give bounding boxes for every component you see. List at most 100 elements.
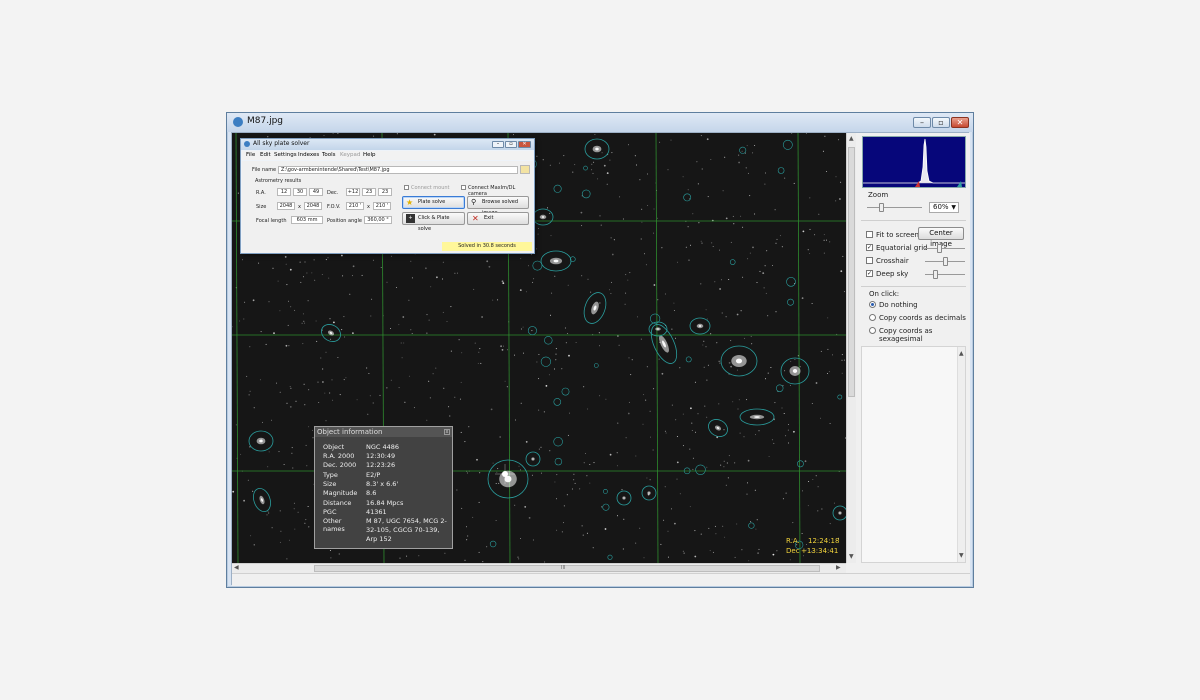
log-scroll-down-icon[interactable]: ▼ [959,552,964,560]
object-info-close-button[interactable]: x [444,429,450,435]
click-plate-solve-button[interactable]: + Click & Plate solve [402,212,465,232]
fit-to-screen-checkbox[interactable] [866,231,873,238]
copy-decimals-radio[interactable] [869,314,876,321]
size-height-field[interactable]: 2048 [304,202,322,210]
info-key: PGC [323,508,337,516]
crosshair-slider-knob[interactable] [943,257,948,266]
folder-open-icon[interactable] [520,165,530,174]
ra-seconds-field[interactable]: 49 [309,188,323,196]
info-key: R.A. 2000 [323,452,355,460]
scroll-right-icon[interactable]: ▶ [836,564,841,572]
zoom-label: Zoom [868,191,889,199]
dialog-close-button[interactable]: ✕ [518,141,531,148]
zoom-slider[interactable] [867,203,922,212]
dialog-body: File name Z:\gov-armbenintende\Shared\Te… [242,161,533,253]
solve-status: Solved in 30.8 seconds [442,242,532,251]
dec-degrees-field[interactable]: +12 [346,188,360,196]
log-scroll-up-icon[interactable]: ▲ [959,350,964,358]
vertical-scroll-thumb[interactable] [848,147,855,397]
menu-edit[interactable]: Edit [260,152,271,158]
browse-solved-image-button[interactable]: ⚲ Browse solved image [467,196,529,216]
info-key: Other names [323,517,345,533]
histogram-graph [863,138,965,187]
info-value: NGC 4486 [366,443,400,451]
menu-help[interactable]: Help [363,152,376,158]
fov-height-field[interactable]: 210 ' [373,202,391,210]
info-key: Type [323,471,338,479]
crosshair-checkbox[interactable] [866,257,873,264]
deep-sky-slider-knob[interactable] [933,270,938,279]
deep-sky-slider[interactable] [925,270,965,279]
magnifier-icon: ⚲ [471,198,477,206]
vertical-scrollbar[interactable]: ▲ ▼ [846,133,856,563]
fit-to-screen-label: Fit to screen [876,231,919,239]
coord-dec-row: Dec+13:34:41 [786,546,839,556]
ra-hours-field[interactable]: 12 [277,188,291,196]
info-value: E2/P [366,471,381,479]
exit-button[interactable]: ✕ Exit [467,212,529,225]
status-bar [232,573,970,586]
info-key: Magnitude [323,489,358,497]
deep-sky-checkbox[interactable]: ✓ [866,270,873,277]
dec-minutes-field[interactable]: 23 [362,188,376,196]
log-scrollbar[interactable]: ▲ ▼ [957,347,965,562]
maximize-button[interactable]: ▫ [932,117,950,128]
menu-keypad: Keypad [340,152,361,158]
crosshair-slider[interactable] [925,257,965,266]
file-name-field[interactable]: Z:\gov-armbenintende\Shared\Test\M87.jpg [278,166,518,174]
zoom-dropdown[interactable]: 60% ▼ [929,202,959,213]
grid-opacity-slider[interactable] [925,244,965,253]
menu-tools[interactable]: Tools [322,152,336,158]
size-width-field[interactable]: 2048 [277,202,295,210]
copy-sexagesimal-label: Copy coords as sexagesimal [879,327,933,343]
fov-width-field[interactable]: 210 ' [346,202,364,210]
do-nothing-radio[interactable] [869,301,876,308]
dialog-minimize-button[interactable]: – [492,141,504,148]
grid-slider-knob[interactable] [937,244,942,253]
menu-settings[interactable]: Settings [274,152,297,158]
menu-file[interactable]: File [246,152,255,158]
plate-solve-button[interactable]: ★ Plate solve [402,196,465,209]
horizontal-scrollbar[interactable]: ◀ III ▶ [232,563,846,573]
plate-solve-label: Plate solve [418,199,446,205]
focal-length-field[interactable]: 603 mm [291,216,323,224]
title-bar[interactable]: M87.jpg – ▫ ✕ [227,113,973,132]
star-image[interactable]: All sky plate solver – ▫ ✕ File Edit Set… [232,133,846,563]
white-point-marker[interactable] [957,181,962,187]
close-button[interactable]: ✕ [951,117,969,128]
coord-dec-value: +13:34:41 [801,547,839,555]
histogram [862,136,966,188]
dialog-app-icon [244,141,250,147]
ra-minutes-field[interactable]: 30 [293,188,307,196]
scroll-left-icon[interactable]: ◀ [234,564,239,572]
horizontal-scroll-thumb[interactable]: III [314,565,820,572]
connect-camera-checkbox[interactable] [461,185,466,190]
info-value: 16.84 Mpcs [366,499,404,507]
position-angle-label: Position angle [327,218,362,224]
scroll-up-icon[interactable]: ▲ [849,135,854,143]
coord-ra-row: R.A. 12:24:18 [786,536,839,546]
dec-seconds-field[interactable]: 23 [378,188,392,196]
focal-length-label: Focal length [256,218,287,224]
size-label: Size [256,204,267,210]
center-image-button[interactable]: Center image [918,227,964,248]
client-area: All sky plate solver – ▫ ✕ File Edit Set… [231,132,970,586]
info-value: 12:23:26 [366,461,396,469]
minimize-button[interactable]: – [913,117,931,128]
exit-label: Exit [484,215,494,221]
connect-mount-checkbox[interactable] [404,185,409,190]
dialog-title-bar[interactable]: All sky plate solver – ▫ ✕ [241,139,534,150]
right-panel: Zoom 60%▼ Fit to screen Center image ✓ E… [857,133,970,573]
equatorial-grid-checkbox[interactable]: ✓ [866,244,873,251]
connect-mount-label: Connect mount [411,185,450,191]
info-value: 8.6 [366,489,377,497]
fov-label: F.O.V. [327,204,341,210]
zoom-slider-knob[interactable] [879,203,884,212]
file-name-label: File name [252,167,277,173]
astrometry-results-label: Astrometry results [255,178,302,184]
position-angle-field[interactable]: 360,00 ° [364,216,392,224]
copy-sexagesimal-radio[interactable] [869,327,876,334]
dialog-maximize-button[interactable]: ▫ [505,141,517,148]
menu-indexes[interactable]: Indexes [298,152,319,158]
scroll-down-icon[interactable]: ▼ [849,553,854,561]
